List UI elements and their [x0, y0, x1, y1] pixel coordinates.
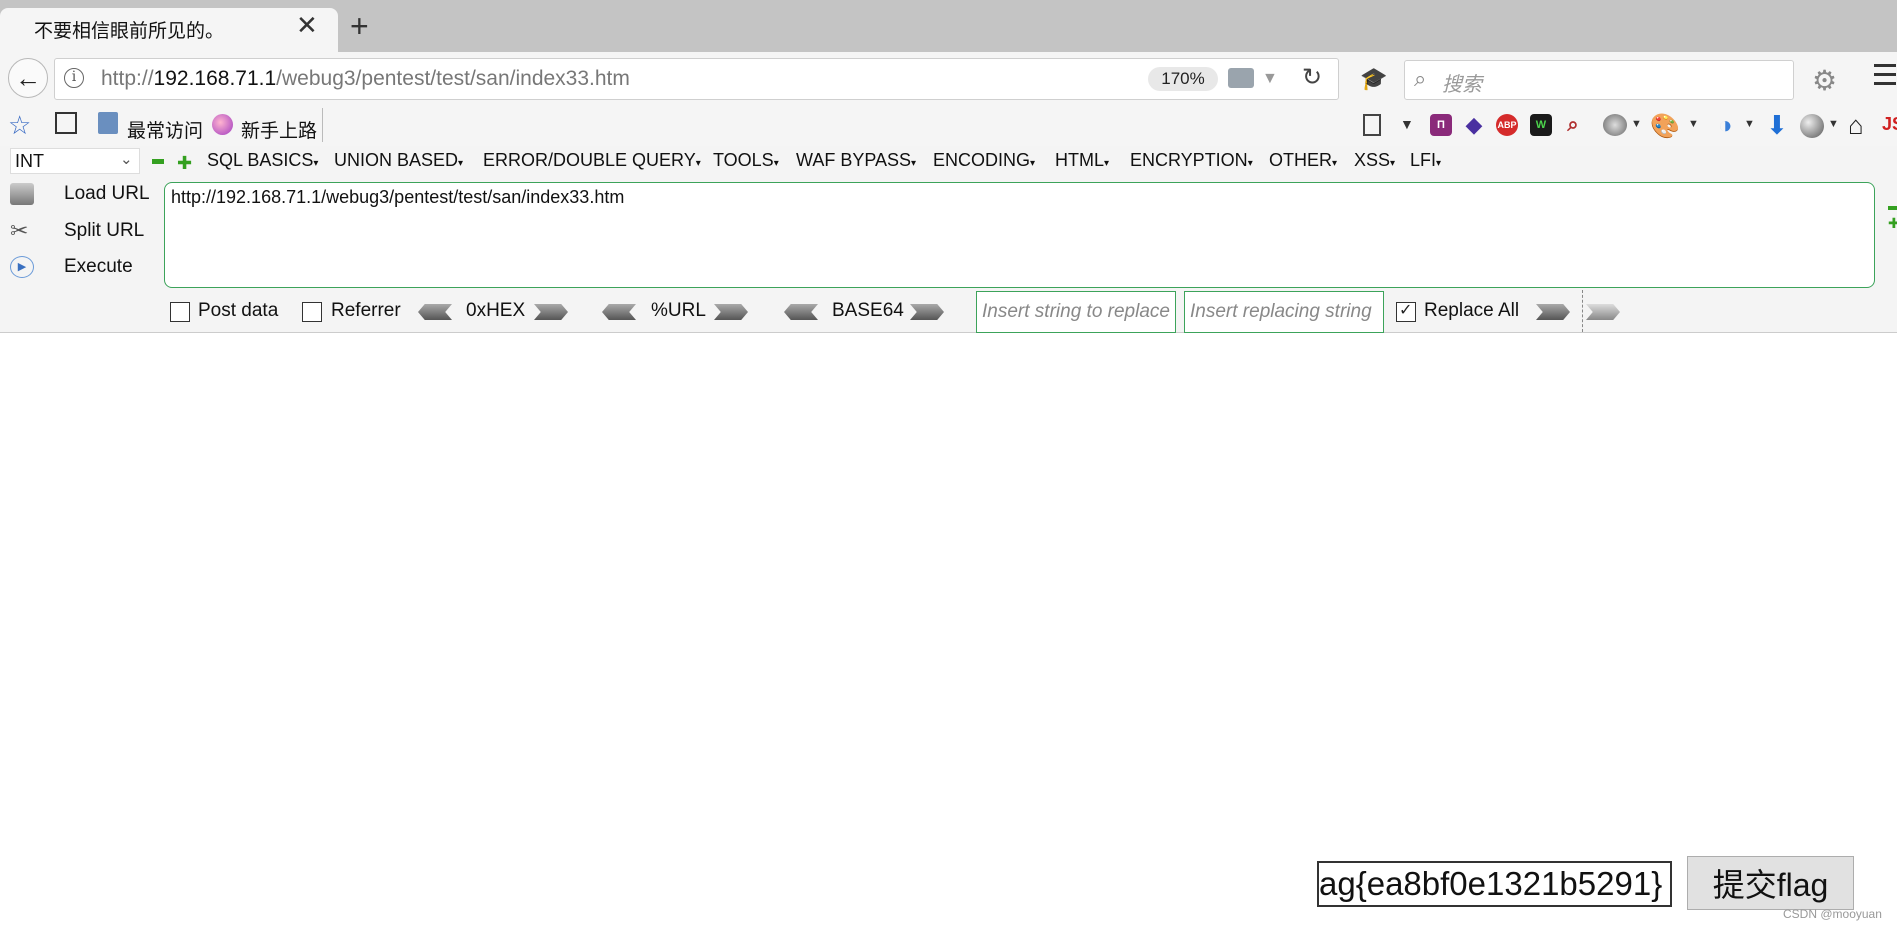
chevron-down-icon[interactable]: ▼	[1744, 118, 1755, 130]
separator	[1582, 290, 1583, 332]
scissors-icon: ✂	[10, 218, 29, 243]
decrease-icon[interactable]	[152, 159, 164, 164]
watermark: CSDN @mooyuan	[1783, 907, 1882, 921]
menu-lfi[interactable]: LFI▾	[1410, 150, 1441, 171]
bookmark-most-visited[interactable]: 最常访问	[127, 116, 203, 143]
palette-icon[interactable]: 🎨	[1650, 112, 1680, 141]
site-info-icon[interactable]: i	[64, 68, 84, 88]
reload-icon[interactable]: ↻	[1302, 63, 1322, 92]
layers-ext-icon[interactable]: ◆	[1463, 114, 1485, 136]
play-icon: ▶	[10, 256, 34, 278]
google-ext-icon[interactable]: ◑	[1718, 112, 1733, 140]
split-url-button[interactable]: ✂ Split URL	[10, 220, 144, 242]
replace-all-label: Replace All	[1424, 300, 1520, 321]
flag-input[interactable]: ag{ea8bf0e1321b5291}	[1317, 861, 1672, 907]
menu-encoding[interactable]: ENCODING▾	[933, 150, 1035, 171]
home-icon[interactable]: ⌂	[1848, 110, 1864, 141]
url-encode-label: %URL	[651, 300, 706, 321]
menu-encryption[interactable]: ENCRYPTION▾	[1130, 150, 1253, 171]
shield-ext-icon[interactable]: W	[1530, 114, 1552, 136]
menu-union-based[interactable]: UNION BASED▾	[334, 150, 463, 171]
chevron-down-icon[interactable]: ⌄	[120, 150, 133, 168]
toolbar-separator	[322, 108, 323, 142]
post-data-checkbox[interactable]	[170, 302, 190, 322]
hackbar-url-value[interactable]: http://192.168.71.1/webug3/pentest/test/…	[171, 187, 624, 208]
replace-from-input[interactable]: Insert string to replace	[976, 291, 1176, 333]
menu-xss[interactable]: XSS▾	[1354, 150, 1395, 171]
chevron-down-icon[interactable]: ▼	[1828, 118, 1839, 130]
decrease-icon[interactable]	[1888, 206, 1897, 210]
url-path: /webug3/pentest/test/san/index33.htm	[276, 67, 630, 90]
abp-ext-icon[interactable]: ABP	[1496, 114, 1518, 136]
globe-ext-icon[interactable]	[1603, 114, 1627, 136]
arrow-left-icon: ←	[15, 62, 41, 93]
new-tab-button[interactable]: +	[350, 8, 369, 45]
menu-sql-basics[interactable]: SQL BASICS▾	[207, 150, 318, 171]
graduation-cap-icon[interactable]: 🎓	[1360, 66, 1387, 92]
menu-other[interactable]: OTHER▾	[1269, 150, 1337, 171]
hex-label: 0xHEX	[466, 300, 526, 321]
chevron-down-icon[interactable]: ▼	[1688, 118, 1699, 130]
address-url[interactable]: http://192.168.71.1/webug3/pentest/test/…	[101, 67, 630, 91]
execute-button[interactable]: ▶ Execute	[10, 256, 133, 278]
referrer-checkbox[interactable]	[302, 302, 322, 322]
search-input-placeholder[interactable]: 搜索	[1442, 68, 1482, 97]
chevron-down-icon[interactable]: ▼	[1631, 118, 1642, 130]
js-ext-icon[interactable]: JS	[1882, 114, 1897, 135]
tab-title[interactable]: 不要相信眼前所见的。	[34, 16, 224, 43]
gear-icon[interactable]: ⚙	[1812, 64, 1837, 97]
search-ext-icon[interactable]: ⌕	[1562, 114, 1584, 136]
search-icon: ⌕	[1414, 66, 1427, 91]
back-button[interactable]: ←	[8, 58, 48, 98]
page-actions-icon[interactable]	[1363, 114, 1381, 136]
replace-all-checkbox[interactable]: ✓	[1396, 302, 1416, 322]
zoom-indicator[interactable]: 170%	[1148, 67, 1218, 91]
sphere-ext-icon[interactable]	[1800, 114, 1824, 138]
chevron-down-icon[interactable]: ▼	[1400, 116, 1414, 132]
replace-to-input[interactable]: Insert replacing string	[1184, 291, 1384, 333]
library-icon[interactable]	[55, 112, 77, 134]
menu-html[interactable]: HTML▾	[1055, 150, 1109, 171]
close-tab-icon[interactable]: ✕	[296, 10, 318, 41]
load-url-button[interactable]: Load URL	[10, 183, 150, 205]
menu-error-double-query[interactable]: ERROR/DOUBLE QUERY▾	[483, 150, 701, 171]
firefox-icon	[212, 114, 233, 135]
increase-icon[interactable]: ✚	[1888, 215, 1897, 232]
drive-icon[interactable]	[1228, 68, 1254, 88]
load-url-icon	[10, 183, 34, 205]
menu-tools[interactable]: TOOLS▾	[713, 150, 779, 171]
menu-waf-bypass[interactable]: WAF BYPASS▾	[796, 150, 916, 171]
bookmark-getting-started[interactable]: 新手上路	[241, 116, 317, 143]
most-visited-icon	[98, 112, 118, 134]
submit-flag-button[interactable]: 提交flag	[1687, 856, 1854, 910]
increase-icon[interactable]: ✚	[177, 153, 192, 174]
star-icon[interactable]: ☆	[8, 110, 31, 141]
post-data-label: Post data	[198, 300, 279, 321]
url-scheme: http://	[101, 67, 154, 90]
base64-label: BASE64	[832, 300, 904, 321]
referrer-label: Referrer	[331, 300, 401, 321]
download-icon[interactable]: ⬇	[1766, 110, 1788, 141]
hamburger-menu-icon[interactable]	[1874, 64, 1896, 88]
checkmark-icon: ✓	[1399, 302, 1413, 319]
lastpass-ext-icon[interactable]: П	[1430, 114, 1452, 136]
dropdown-arrow-icon[interactable]: ▼	[1262, 70, 1278, 88]
url-host: 192.168.71.1	[153, 67, 277, 90]
